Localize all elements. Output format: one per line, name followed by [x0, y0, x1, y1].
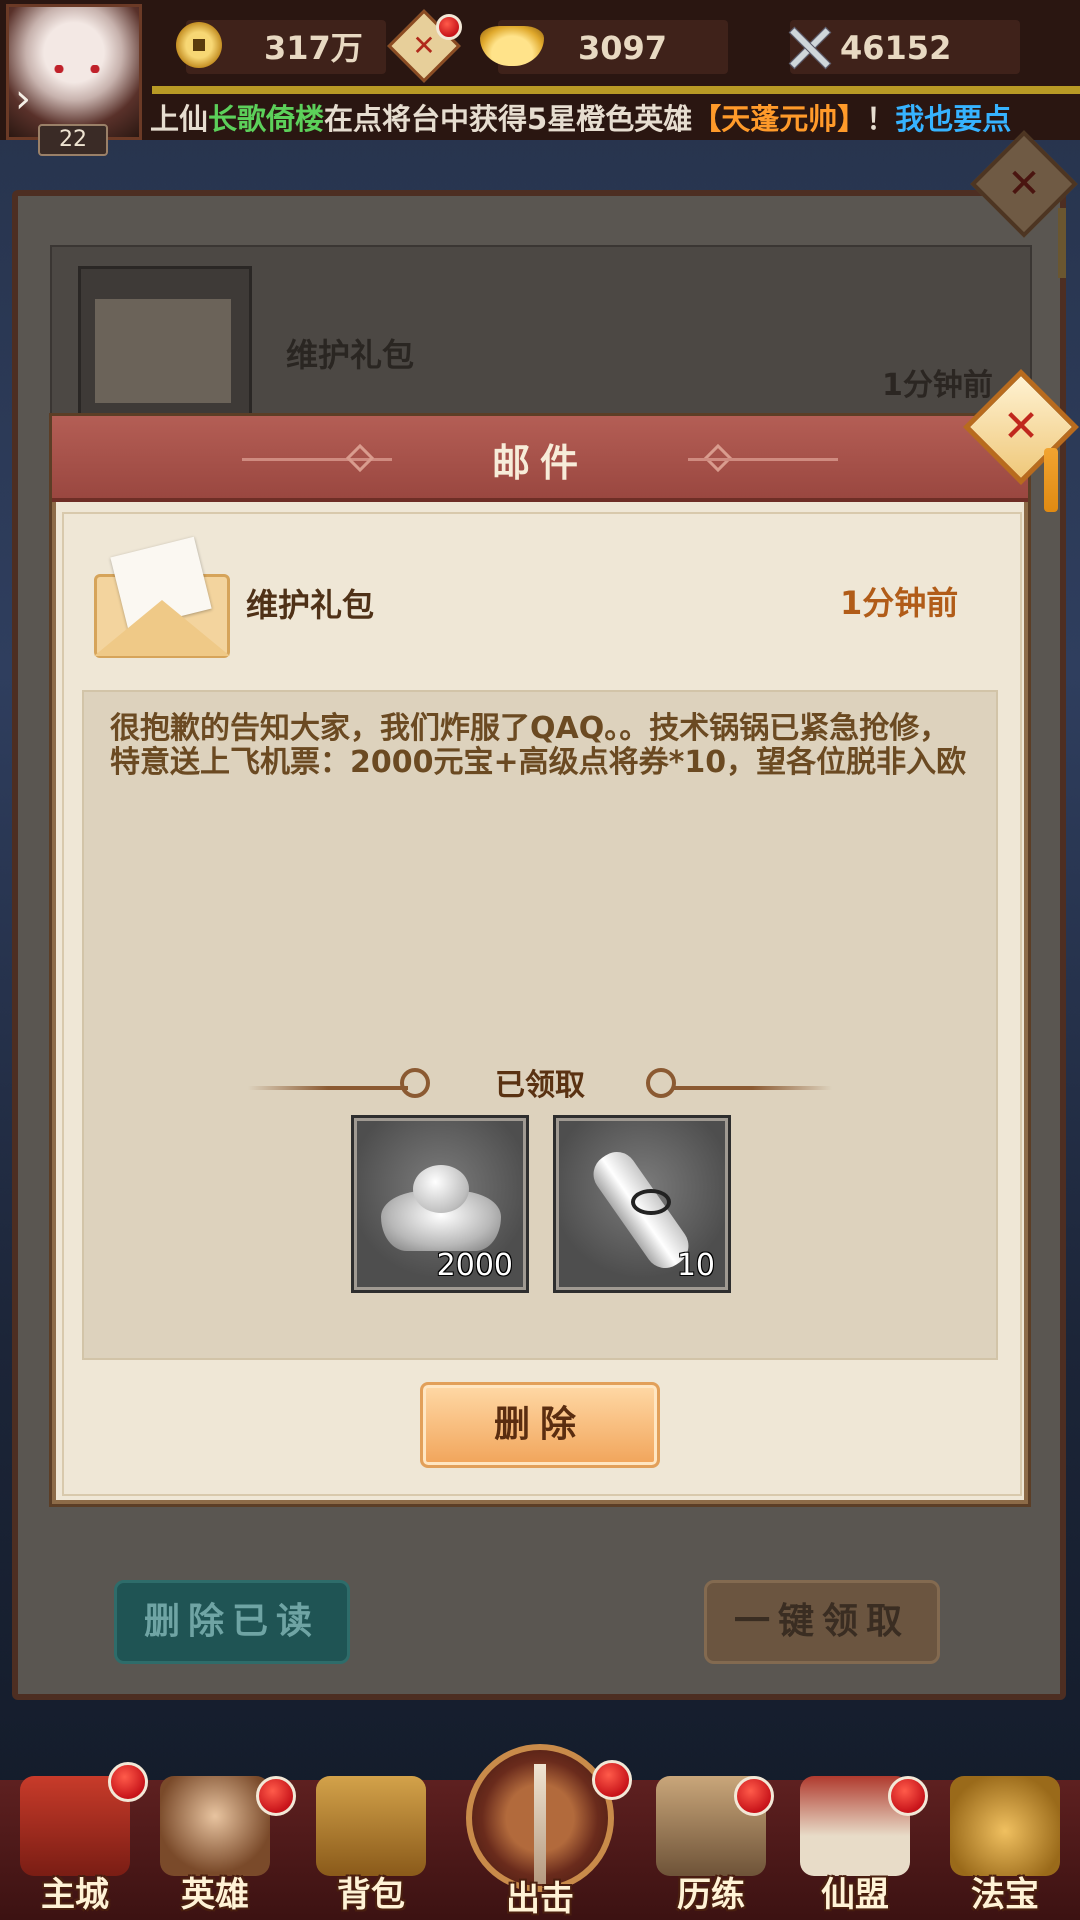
nav-label: 仙盟: [821, 1875, 889, 1915]
modal-title: 邮件: [491, 441, 588, 485]
tassel-string: [1058, 208, 1066, 278]
reward-slot[interactable]: 2000: [351, 1115, 529, 1293]
nav-item-bag[interactable]: 背包: [296, 1770, 446, 1920]
ticker-segment: 上仙: [150, 102, 209, 136]
ticker-segment: 在点将台中获得5星橙色英雄: [324, 102, 693, 136]
mail-body-text: 很抱歉的告知大家，我们炸服了QAQ。。技术锅锅已紧急抢修，特意送上飞机票：200…: [110, 711, 967, 780]
header-divider-right: [688, 458, 838, 461]
mail-time: 1分钟前: [840, 584, 959, 622]
hero-portrait-icon: [160, 1776, 270, 1876]
announcement-ticker: 上仙长歌倚楼在点将台中获得5星橙色英雄【天蓬元帅】！我也要点: [150, 98, 1080, 140]
ticker-link[interactable]: 我也要点: [895, 102, 1011, 136]
sword-icon: [534, 1764, 546, 1884]
modal-header: 邮件: [52, 416, 1028, 502]
silver-ingot-icon: [381, 1165, 501, 1251]
copper-amount: 317万: [264, 29, 363, 67]
notification-dot: [256, 1776, 296, 1816]
envelope-flap: [94, 600, 230, 656]
notification-dot: [592, 1760, 632, 1800]
ingot-amount: 3097: [578, 29, 668, 67]
reward-slot[interactable]: 10: [553, 1115, 731, 1293]
avatar-eyes: [51, 65, 103, 73]
tassel-gold: [1044, 448, 1058, 512]
envelope-icon: [94, 536, 234, 660]
delete-button[interactable]: 删除: [420, 1382, 660, 1468]
nav-item-treasure[interactable]: 法宝: [930, 1770, 1080, 1920]
notification-dot: [888, 1776, 928, 1816]
scroll-tie: [631, 1189, 671, 1215]
nav-label: 背包: [337, 1875, 405, 1915]
mail-body-box: [82, 690, 998, 1360]
crossed-swords-icon: [786, 24, 832, 70]
reward-count: 10: [676, 1248, 715, 1283]
mail-list-item-time: 1分钟前: [882, 368, 993, 403]
chevron-right-icon: ›: [15, 76, 31, 122]
ticker-player-name: 长歌倚楼: [208, 102, 325, 136]
mail-list-thumb: [78, 266, 252, 432]
nav-label: 出击: [506, 1879, 574, 1919]
claim-all-button[interactable]: 一键领取: [704, 1580, 940, 1664]
nav-label: 主城: [41, 1875, 109, 1915]
divider-right: [672, 1086, 832, 1090]
ingot-dome: [413, 1165, 469, 1213]
notification-dot: [436, 14, 462, 40]
envelope-icon: [95, 299, 231, 403]
copper-coin-icon: [176, 22, 222, 68]
scroll-ornament-icon: [646, 1068, 676, 1098]
player-avatar[interactable]: ›: [6, 4, 142, 140]
notification-dot: [734, 1776, 774, 1816]
gourd-icon: [950, 1776, 1060, 1876]
ticker-segment: ！: [866, 102, 896, 136]
exp-bar: [152, 86, 1080, 94]
nav-label: 英雄: [181, 1875, 249, 1915]
nav-label: 法宝: [971, 1875, 1039, 1915]
mail-title: 维护礼包: [246, 586, 375, 624]
level-badge: 22: [38, 124, 108, 156]
mail-list-item-title: 维护礼包: [286, 336, 415, 374]
nav-label: 历练: [677, 1875, 745, 1915]
bag-icon: [316, 1776, 426, 1876]
claimed-label: 已领取: [495, 1068, 585, 1103]
combat-power: 46152: [840, 29, 952, 67]
reward-count: 2000: [436, 1248, 513, 1283]
delete-read-button[interactable]: 删除已读: [114, 1580, 350, 1664]
ticker-hero-name: 【天蓬元帅】: [692, 102, 867, 136]
